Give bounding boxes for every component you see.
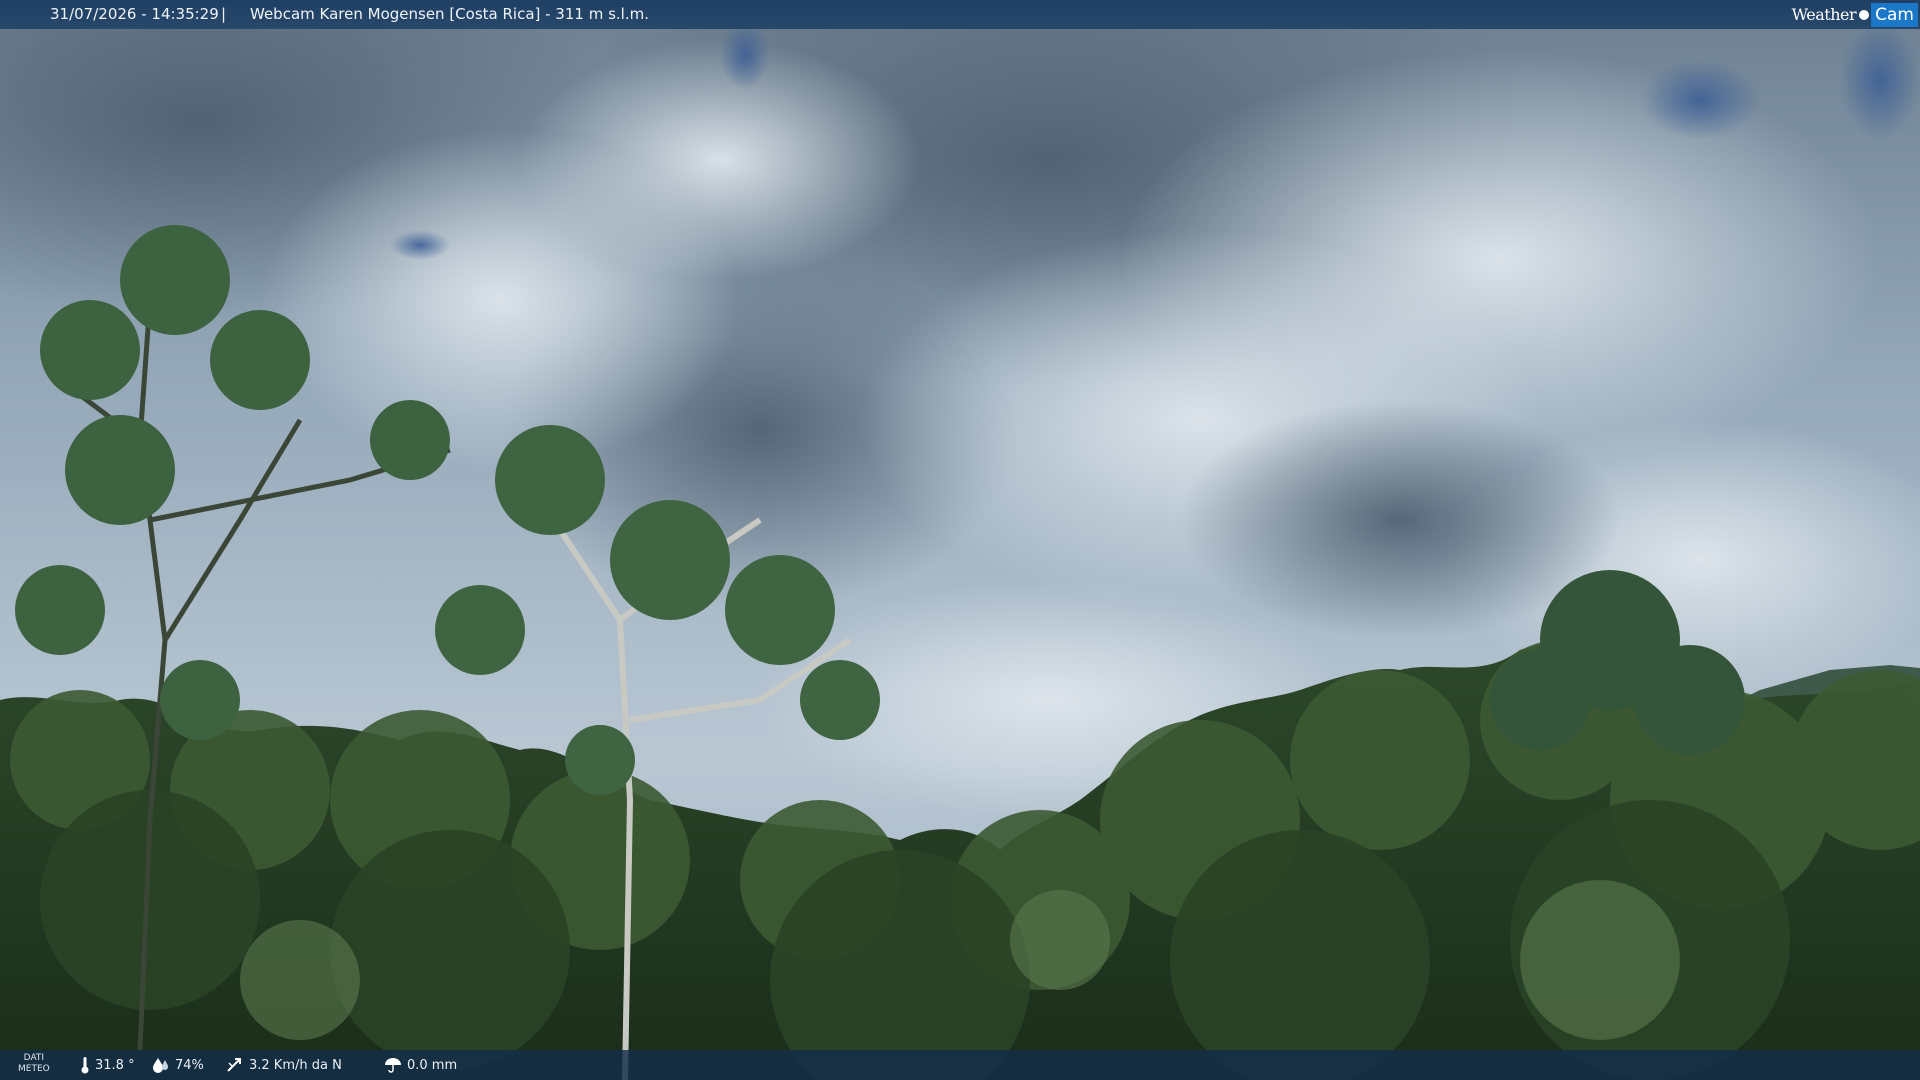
webcam-title: Webcam Karen Mogensen [Costa Rica] - 311… — [250, 5, 649, 23]
humidity-drop-icon — [153, 1058, 168, 1073]
wind-value: 3.2 Km/h da N — [249, 1057, 342, 1073]
humidity-reading: 74% — [152, 1050, 204, 1080]
weather-label-line2: METEO — [18, 1064, 50, 1074]
logo-text-cam: Cam — [1871, 2, 1918, 27]
webcam-image — [0, 0, 1920, 1080]
logo-dot-icon — [1859, 9, 1870, 20]
weather-data-bar: DATI METEO 31.8 ° 74% 3.2 Km/h da N 0.0 … — [0, 1050, 1920, 1080]
rain-reading: 0.0 mm — [384, 1050, 457, 1080]
webcam-frame: 31/07/2026 - 14:35:29 | Webcam Karen Mog… — [0, 0, 1920, 1080]
timestamp: 31/07/2026 - 14:35:29 — [50, 5, 219, 23]
weather-label-line1: DATI — [23, 1053, 45, 1063]
rain-umbrella-icon — [385, 1058, 401, 1073]
logo-text-weather: Weather — [1791, 5, 1857, 24]
rain-value: 0.0 mm — [407, 1057, 458, 1073]
temperature-reading: 31.8 ° — [80, 1050, 135, 1080]
humidity-value: 74% — [175, 1057, 204, 1073]
header-separator: | — [221, 5, 227, 23]
thermometer-icon — [81, 1057, 89, 1074]
weather-data-label: DATI METEO — [18, 1053, 50, 1075]
wind-reading: 3.2 Km/h da N — [226, 1050, 342, 1080]
wind-icon — [227, 1058, 241, 1072]
weathercam-logo[interactable]: Weather Cam — [1792, 2, 1918, 27]
webcam-header-bar: 31/07/2026 - 14:35:29 | Webcam Karen Mog… — [0, 0, 1920, 29]
temperature-value: 31.8 ° — [95, 1057, 135, 1073]
